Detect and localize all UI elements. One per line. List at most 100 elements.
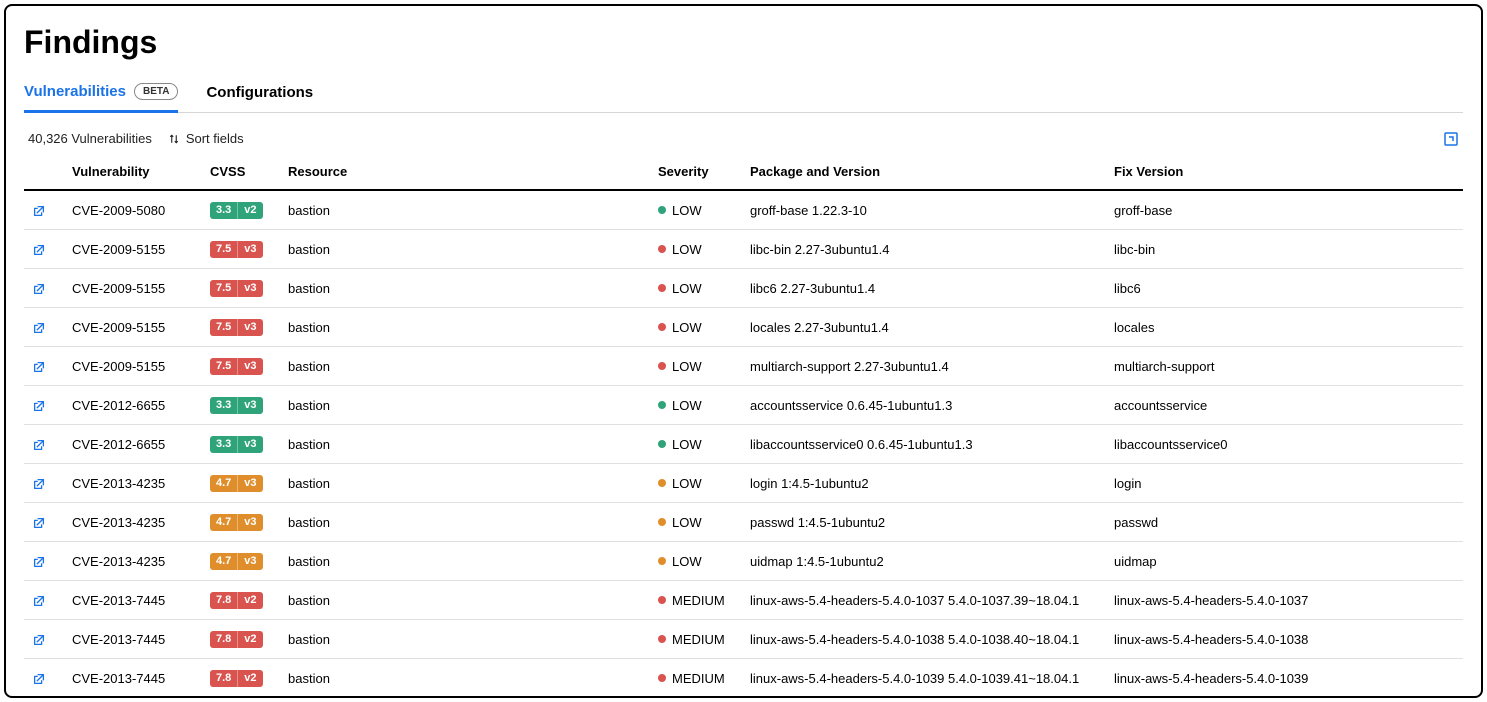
cvss-badge: 7.8v2 xyxy=(210,592,263,609)
cell-cvss: 4.7v3 xyxy=(202,503,280,542)
tab-configurations[interactable]: Configurations xyxy=(206,84,313,111)
external-link-icon[interactable] xyxy=(32,555,46,569)
external-link-icon[interactable] xyxy=(32,633,46,647)
table-row[interactable]: CVE-2013-74457.8v2bastionMEDIUMlinux-aws… xyxy=(24,698,1463,699)
severity-dot-icon xyxy=(658,284,666,292)
cvss-badge: 4.7v3 xyxy=(210,514,263,531)
external-link-icon[interactable] xyxy=(32,360,46,374)
cell-cvss: 3.3v2 xyxy=(202,190,280,230)
severity-label: LOW xyxy=(672,554,702,569)
cell-fix: uidmap xyxy=(1106,542,1463,581)
external-link-icon[interactable] xyxy=(32,243,46,257)
cell-fix: passwd xyxy=(1106,503,1463,542)
external-link-icon[interactable] xyxy=(32,321,46,335)
sort-fields-button[interactable]: Sort fields xyxy=(168,131,244,146)
toolbar: 40,326 Vulnerabilities Sort fields xyxy=(24,131,1463,156)
table-row[interactable]: CVE-2013-74457.8v2bastionMEDIUMlinux-aws… xyxy=(24,659,1463,698)
severity-label: MEDIUM xyxy=(672,593,725,608)
col-resource[interactable]: Resource xyxy=(280,156,650,190)
col-package[interactable]: Package and Version xyxy=(742,156,1106,190)
cell-severity: LOW xyxy=(650,425,742,464)
cell-fix: multiarch-support xyxy=(1106,347,1463,386)
cvss-version: v3 xyxy=(237,475,262,492)
table-row[interactable]: CVE-2012-66553.3v3bastionLOWaccountsserv… xyxy=(24,386,1463,425)
cvss-version: v2 xyxy=(237,631,262,648)
table-row[interactable]: CVE-2009-51557.5v3bastionLOWlibc-bin 2.2… xyxy=(24,230,1463,269)
cell-resource: bastion xyxy=(280,347,650,386)
cvss-badge: 7.8v2 xyxy=(210,670,263,687)
cvss-score: 7.5 xyxy=(210,241,237,258)
cell-package: login 1:4.5-1ubuntu2 xyxy=(742,464,1106,503)
cell-severity: LOW xyxy=(650,464,742,503)
col-severity[interactable]: Severity xyxy=(650,156,742,190)
cell-severity: MEDIUM xyxy=(650,620,742,659)
cell-vulnerability: CVE-2013-7445 xyxy=(64,581,202,620)
external-link-icon[interactable] xyxy=(32,516,46,530)
cvss-version: v2 xyxy=(237,592,262,609)
cell-vulnerability: CVE-2013-4235 xyxy=(64,503,202,542)
cell-package: passwd 1:4.5-1ubuntu2 xyxy=(742,503,1106,542)
cvss-score: 7.5 xyxy=(210,358,237,375)
col-expand xyxy=(24,156,64,190)
cell-severity: LOW xyxy=(650,308,742,347)
external-link-icon[interactable] xyxy=(32,477,46,491)
cell-vulnerability: CVE-2012-6655 xyxy=(64,425,202,464)
col-fix[interactable]: Fix Version xyxy=(1106,156,1463,190)
cell-package: uidmap 1:4.5-1ubuntu2 xyxy=(742,542,1106,581)
cell-package: groff-base 1.22.3-10 xyxy=(742,190,1106,230)
cell-resource: bastion xyxy=(280,464,650,503)
table-row[interactable]: CVE-2012-66553.3v3bastionLOWlibaccountss… xyxy=(24,425,1463,464)
severity-dot-icon xyxy=(658,674,666,682)
severity-label: LOW xyxy=(672,203,702,218)
table-row[interactable]: CVE-2013-74457.8v2bastionMEDIUMlinux-aws… xyxy=(24,620,1463,659)
table-row[interactable]: CVE-2013-42354.7v3bastionLOWpasswd 1:4.5… xyxy=(24,503,1463,542)
severity-dot-icon xyxy=(658,245,666,253)
severity-dot-icon xyxy=(658,557,666,565)
cell-cvss: 7.5v3 xyxy=(202,230,280,269)
severity-label: MEDIUM xyxy=(672,671,725,686)
table-row[interactable]: CVE-2009-51557.5v3bastionLOWlocales 2.27… xyxy=(24,308,1463,347)
cell-package: accountsservice 0.6.45-1ubuntu1.3 xyxy=(742,386,1106,425)
cell-fix: accountsservice xyxy=(1106,386,1463,425)
cell-cvss: 4.7v3 xyxy=(202,464,280,503)
external-link-icon[interactable] xyxy=(32,399,46,413)
cell-cvss: 7.8v2 xyxy=(202,698,280,699)
external-link-icon[interactable] xyxy=(32,672,46,686)
cell-resource: bastion xyxy=(280,425,650,464)
severity-label: LOW xyxy=(672,476,702,491)
severity-dot-icon xyxy=(658,440,666,448)
cvss-badge: 4.7v3 xyxy=(210,475,263,492)
severity-label: MEDIUM xyxy=(672,632,725,647)
cvss-badge: 3.3v3 xyxy=(210,436,263,453)
external-link-icon[interactable] xyxy=(32,438,46,452)
cell-cvss: 7.5v3 xyxy=(202,347,280,386)
cell-package: linux-aws-5.4-headers-5.4.0-1037 5.4.0-1… xyxy=(742,581,1106,620)
tab-vulnerabilities-label: Vulnerabilities xyxy=(24,83,126,100)
cell-fix: linux-aws-5.4-headers-5.4.0-1039 xyxy=(1106,659,1463,698)
cell-severity: LOW xyxy=(650,386,742,425)
cell-cvss: 7.5v3 xyxy=(202,308,280,347)
external-link-icon[interactable] xyxy=(32,594,46,608)
cvss-badge: 7.5v3 xyxy=(210,319,263,336)
table-row[interactable]: CVE-2013-42354.7v3bastionLOWuidmap 1:4.5… xyxy=(24,542,1463,581)
table-row[interactable]: CVE-2009-51557.5v3bastionLOWmultiarch-su… xyxy=(24,347,1463,386)
table-row[interactable]: CVE-2013-74457.8v2bastionMEDIUMlinux-aws… xyxy=(24,581,1463,620)
cvss-score: 7.8 xyxy=(210,631,237,648)
table-row[interactable]: CVE-2009-51557.5v3bastionLOWlibc6 2.27-3… xyxy=(24,269,1463,308)
expand-icon[interactable] xyxy=(1443,131,1459,147)
cell-package: libc-bin 2.27-3ubuntu1.4 xyxy=(742,230,1106,269)
tabs: Vulnerabilities BETA Configurations xyxy=(24,83,1463,113)
external-link-icon[interactable] xyxy=(32,282,46,296)
sort-fields-label: Sort fields xyxy=(186,131,244,146)
cvss-badge: 7.5v3 xyxy=(210,241,263,258)
col-cvss[interactable]: CVSS xyxy=(202,156,280,190)
external-link-icon[interactable] xyxy=(32,204,46,218)
cell-resource: bastion xyxy=(280,659,650,698)
tab-vulnerabilities[interactable]: Vulnerabilities BETA xyxy=(24,83,178,113)
col-vulnerability[interactable]: Vulnerability xyxy=(64,156,202,190)
cell-cvss: 7.8v2 xyxy=(202,581,280,620)
cell-vulnerability: CVE-2009-5155 xyxy=(64,269,202,308)
table-row[interactable]: CVE-2009-50803.3v2bastionLOWgroff-base 1… xyxy=(24,190,1463,230)
table-row[interactable]: CVE-2013-42354.7v3bastionLOWlogin 1:4.5-… xyxy=(24,464,1463,503)
cvss-version: v3 xyxy=(237,553,262,570)
